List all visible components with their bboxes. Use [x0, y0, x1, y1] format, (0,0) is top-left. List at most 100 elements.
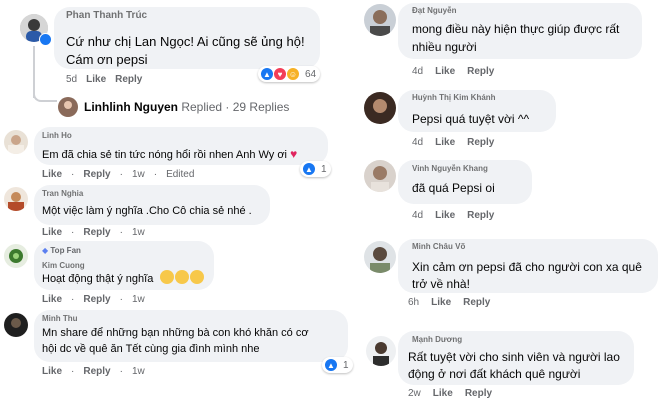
reaction-summary[interactable]: ▲ ♥ ☺ 64: [258, 66, 321, 82]
like-link[interactable]: Like: [435, 137, 455, 148]
commenter-name[interactable]: Minh Châu Võ: [412, 242, 465, 251]
comment-time[interactable]: 4d: [412, 137, 423, 148]
comment-actions: Like · Reply · 1w · Edited: [42, 169, 194, 180]
separator: ·: [153, 169, 158, 180]
like-link[interactable]: Like: [86, 74, 106, 85]
avatar[interactable]: [366, 336, 396, 366]
reply-link[interactable]: Reply: [465, 388, 492, 399]
like-link[interactable]: Like: [42, 294, 62, 305]
like-link[interactable]: Like: [433, 388, 453, 399]
replies-link[interactable]: Linhlinh Nguyen Replied · 29 Replies: [84, 100, 289, 114]
comment-text: hội dc về quê ăn Tết cùng gia đình mình …: [42, 343, 260, 355]
like-link[interactable]: Like: [42, 169, 62, 180]
comment-text: Xin cảm ơn pepsi đã cho người con xa quê: [412, 260, 642, 274]
reaction-count: 1: [321, 163, 327, 175]
comment-text: Cứ như chị Lan Ngọc! Ai cũng sẽ ủng hộ!: [66, 34, 305, 49]
reply-link[interactable]: Reply: [115, 74, 142, 85]
reply-link[interactable]: Reply: [83, 366, 110, 377]
avatar-image: [364, 241, 396, 273]
avatar[interactable]: [364, 4, 396, 36]
avatar[interactable]: [364, 92, 396, 124]
love-reaction-icon: ♥: [273, 67, 287, 81]
like-link[interactable]: Like: [435, 66, 455, 77]
commenter-name[interactable]: Vinh Nguyễn Khang: [412, 164, 488, 173]
separator: ·: [225, 100, 230, 114]
thread-connector: [33, 92, 57, 102]
reply-link[interactable]: Reply: [467, 210, 494, 221]
comment-time[interactable]: 4d: [412, 210, 423, 221]
comment-text: Em đã chia sẻ tin tức nóng hổi rồi nhen …: [42, 147, 297, 161]
separator: ·: [119, 227, 123, 238]
avatar-image: [4, 130, 28, 154]
like-link[interactable]: Like: [42, 227, 62, 238]
comment-time[interactable]: 1w: [132, 227, 145, 238]
avatar[interactable]: [58, 97, 78, 117]
comment-time[interactable]: 6h: [408, 297, 419, 308]
avatar[interactable]: [364, 241, 396, 273]
comment-text-content: Hoạt động thật ý nghĩa: [42, 273, 154, 285]
avatar[interactable]: [4, 187, 28, 211]
comment-actions: 6h Like Reply: [408, 297, 490, 308]
reply-link[interactable]: Reply: [463, 297, 490, 308]
comment-time[interactable]: 2w: [408, 388, 421, 399]
reaction-summary[interactable]: ▲ 1: [322, 357, 353, 373]
like-link[interactable]: Like: [431, 297, 451, 308]
reply-link[interactable]: Reply: [83, 294, 110, 305]
comment-time[interactable]: 1w: [132, 366, 145, 377]
comment-actions: Like · Reply · 1w: [42, 366, 145, 377]
reaction-count: 64: [305, 68, 317, 80]
replier-name: Linhlinh Nguyen: [84, 100, 178, 114]
commenter-name[interactable]: Linh Ho: [42, 131, 72, 140]
reply-link[interactable]: Reply: [467, 137, 494, 148]
comment-text: mong điều này hiện thực giúp được rất: [412, 22, 620, 36]
comment-actions: 4d Like Reply: [412, 66, 494, 77]
like-link[interactable]: Like: [435, 210, 455, 221]
separator: ·: [71, 227, 75, 238]
comment-text: nhiều người: [412, 40, 477, 54]
comment-time[interactable]: 1w: [132, 169, 145, 180]
comment-time[interactable]: 5d: [66, 74, 77, 85]
avatar-image: [4, 313, 28, 337]
comment-text: Rất tuyệt vời cho sinh viên và người lao: [408, 350, 620, 364]
avatar[interactable]: [4, 313, 28, 337]
comment-text: Cám ơn pepsi: [66, 52, 148, 67]
reply-link[interactable]: Reply: [83, 227, 110, 238]
separator: ·: [119, 366, 123, 377]
reply-count: 29 Replies: [232, 100, 290, 114]
grinning-emoji-icon: [159, 270, 205, 285]
like-link[interactable]: Like: [42, 366, 62, 377]
separator: ·: [119, 294, 123, 305]
reply-link[interactable]: Reply: [467, 66, 494, 77]
comment-actions: Like · Reply · 1w: [42, 227, 145, 238]
commenter-name[interactable]: Đạt Nguyễn: [412, 6, 456, 15]
avatar-image: [364, 4, 396, 36]
comment-time[interactable]: 1w: [132, 294, 145, 305]
comment-text: trở về nhà!: [412, 277, 470, 291]
comment-actions: 5d Like Reply: [66, 74, 142, 85]
edited-label: Edited: [166, 169, 195, 180]
reaction-summary[interactable]: ▲ 1: [300, 161, 331, 177]
commenter-name[interactable]: Tran Nghia: [42, 189, 83, 198]
comment-text: Pepsi quá tuyệt vời ^^: [412, 112, 530, 126]
like-reaction-icon: ▲: [302, 162, 316, 176]
avatar-image: [4, 244, 28, 268]
reply-link[interactable]: Reply: [83, 169, 110, 180]
avatar-image: [4, 187, 28, 211]
verified-icon: [39, 33, 52, 46]
avatar[interactable]: [4, 244, 28, 268]
avatar[interactable]: [364, 160, 396, 192]
separator: ·: [119, 169, 123, 180]
commenter-name[interactable]: Minh Thu: [42, 314, 78, 323]
comment-text: Một việc làm ý nghĩa .Cho Cô chia sẻ nhé…: [42, 205, 252, 217]
commenter-name[interactable]: Phan Thanh Trúc: [66, 10, 147, 21]
thread-line: [33, 46, 35, 98]
commenter-name[interactable]: Mạnh Dương: [412, 335, 462, 344]
comment-actions: 4d Like Reply: [412, 137, 494, 148]
avatar-image: [364, 92, 396, 124]
commenter-name[interactable]: Kim Cuong: [42, 261, 85, 270]
comment-time[interactable]: 4d: [412, 66, 423, 77]
separator: ·: [71, 169, 75, 180]
top-fan-label: Top Fan: [50, 246, 81, 255]
avatar[interactable]: [4, 130, 28, 154]
commenter-name[interactable]: Huỳnh Thị Kim Khánh: [412, 93, 496, 102]
